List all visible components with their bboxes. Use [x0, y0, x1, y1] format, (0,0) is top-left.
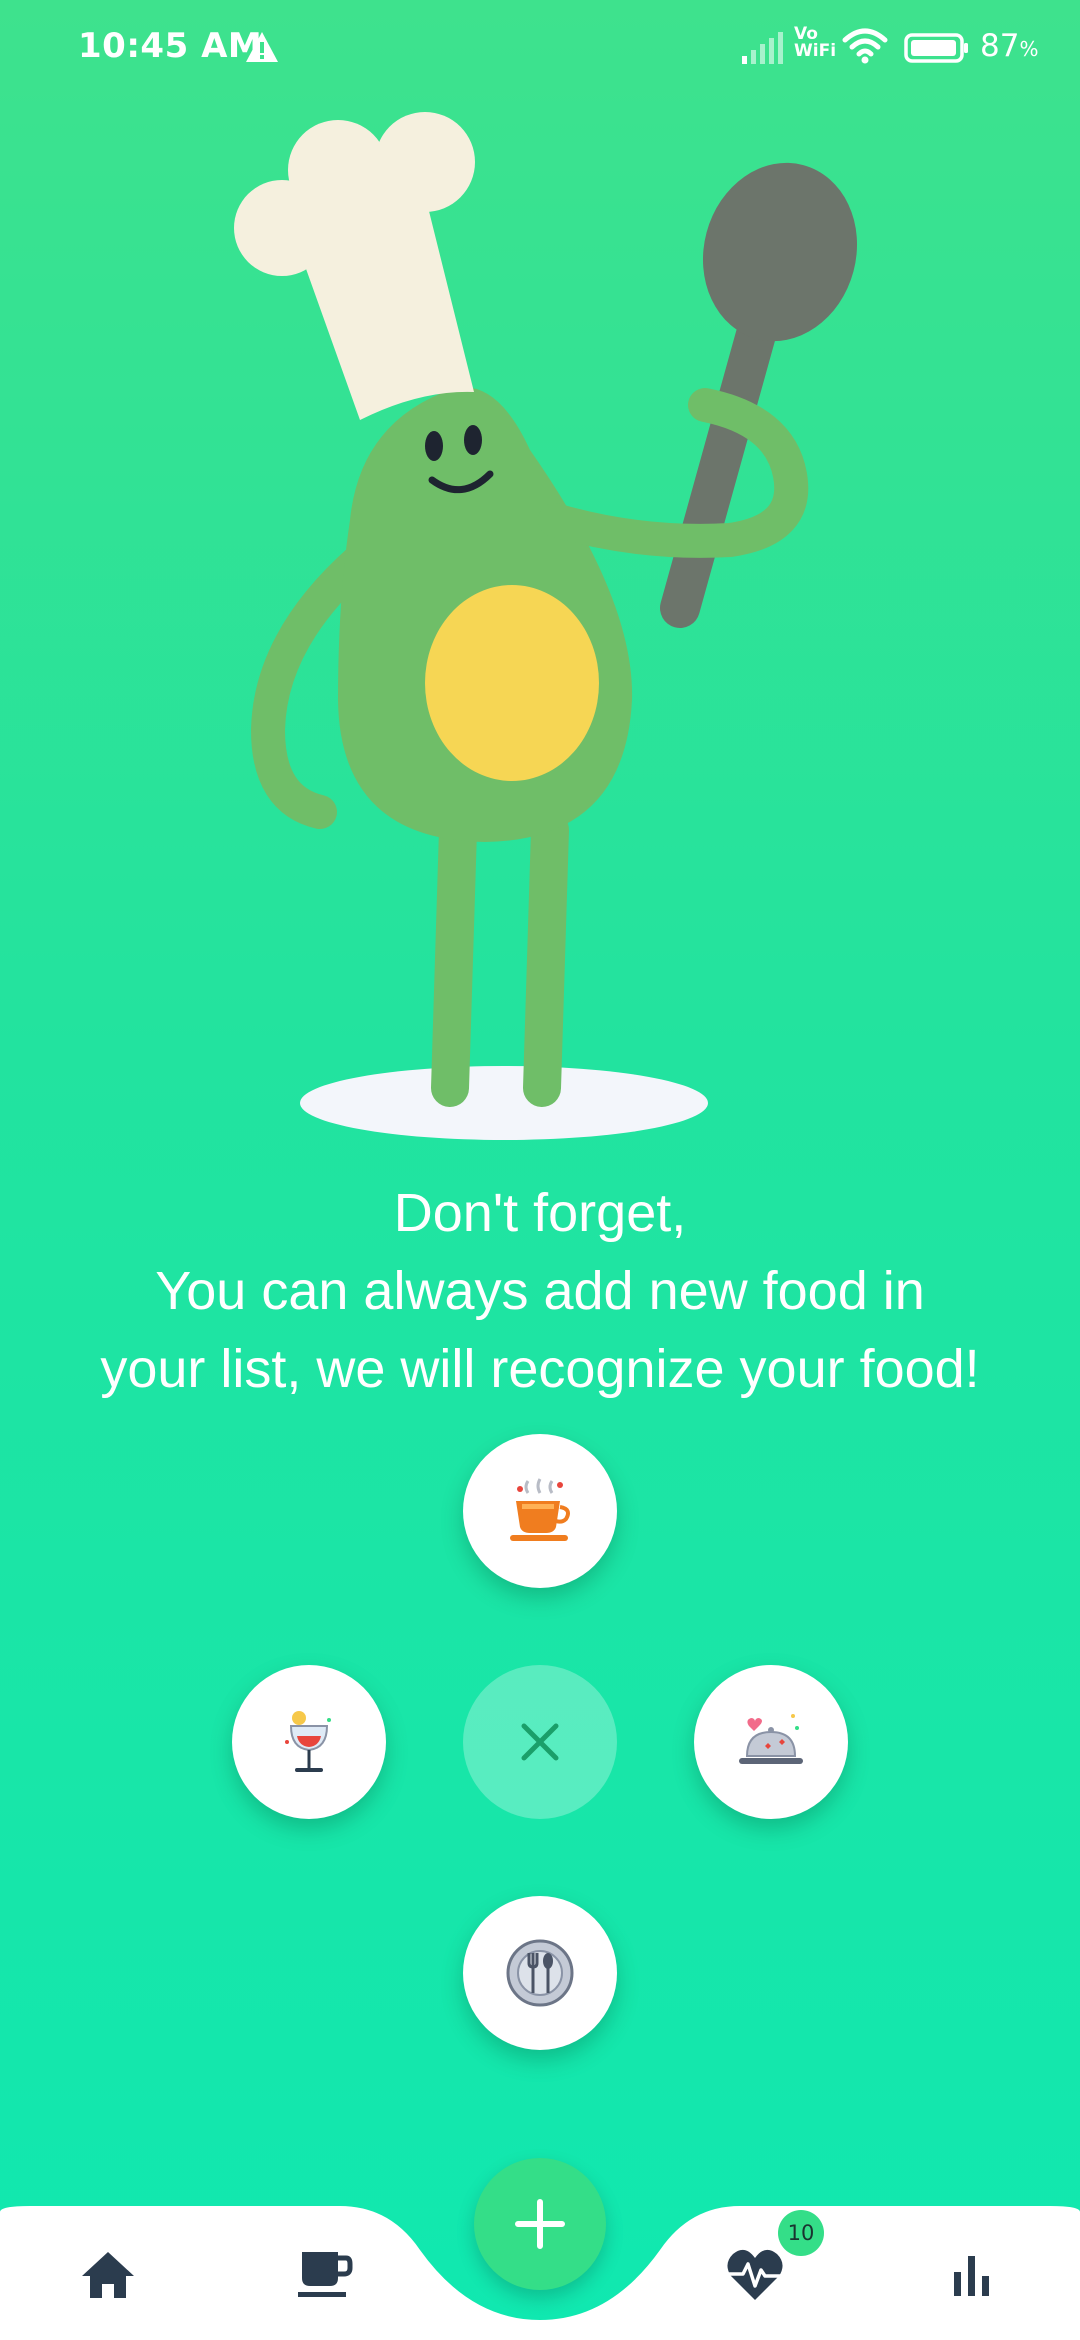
- dessert-button[interactable]: [694, 1665, 848, 1819]
- wifi-icon: [842, 28, 888, 64]
- hot-drink-icon: [510, 1478, 570, 1541]
- battery-percent: 87%: [980, 28, 1039, 64]
- drinks-button[interactable]: [232, 1665, 386, 1819]
- vowifi-label: Vo WiFi: [794, 24, 837, 61]
- tip-line-3: your list, we will recognize your food!: [100, 1339, 980, 1399]
- hot-drink-button[interactable]: [463, 1434, 617, 1588]
- meal-button[interactable]: [463, 1896, 617, 2050]
- tip-line-1: Don't forget,: [393, 1183, 687, 1243]
- home-icon: [82, 2252, 134, 2298]
- nav-health[interactable]: [725, 2246, 785, 2302]
- avocado-chef-illustration: [234, 112, 858, 1140]
- tip-message: Don't forget, You can always add new foo…: [0, 1174, 1080, 1408]
- warning-icon: [246, 32, 278, 62]
- dessert-cloche-icon: [739, 1714, 803, 1764]
- coffee-cup-icon: [298, 2252, 353, 2297]
- status-bar: 10:45 AM Vo WiFi 87%: [0, 0, 1080, 100]
- nav-home[interactable]: [78, 2246, 138, 2302]
- plate-cutlery-icon: [506, 1939, 574, 2007]
- cocktail-icon: [285, 1711, 331, 1772]
- bar-chart-icon: [954, 2256, 989, 2296]
- notification-badge: 10: [778, 2210, 824, 2256]
- tip-line-2: You can always add new food in: [155, 1261, 925, 1321]
- add-food-button[interactable]: [474, 2158, 606, 2290]
- close-icon: [521, 1723, 559, 1761]
- status-time: 10:45 AM: [78, 26, 263, 66]
- close-menu-button[interactable]: [463, 1665, 617, 1819]
- heart-pulse-icon: [727, 2249, 783, 2300]
- add-icon: [515, 2199, 565, 2249]
- signal-icon: [742, 32, 783, 64]
- battery-icon: [904, 33, 968, 63]
- nav-stats[interactable]: [942, 2246, 1002, 2302]
- nav-drinks[interactable]: [294, 2246, 354, 2302]
